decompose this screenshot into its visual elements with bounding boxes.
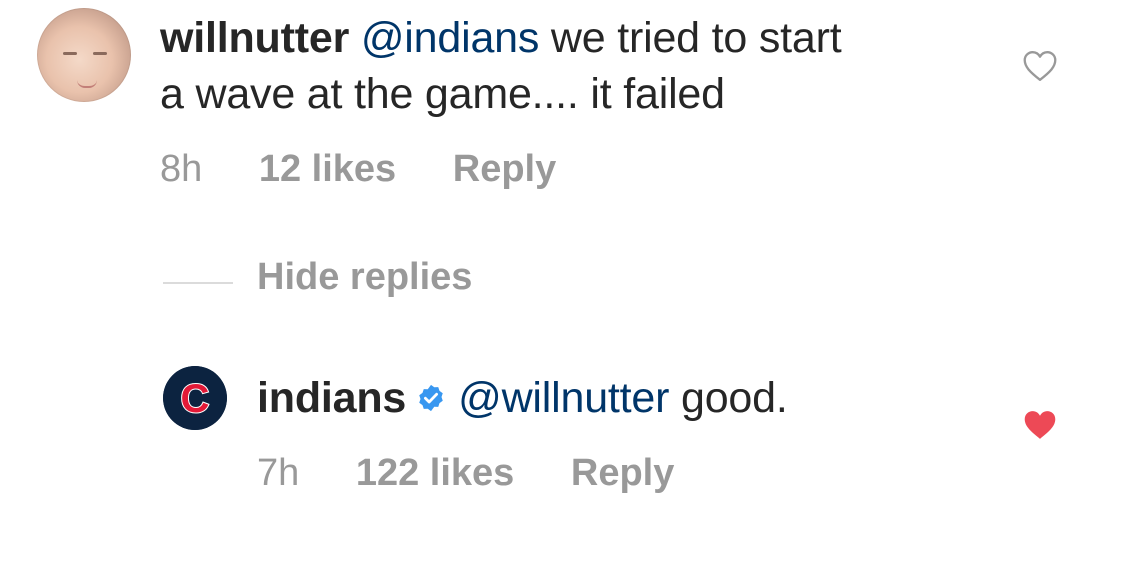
reply-time: 7h — [257, 452, 300, 494]
team-logo-icon: C — [163, 366, 227, 430]
verified-badge-icon — [419, 384, 443, 411]
reply-text: good. — [669, 374, 788, 422]
replies-divider — [163, 282, 233, 284]
hide-replies-button[interactable]: Hide replies — [257, 256, 472, 299]
comment-mention[interactable]: @indians — [361, 14, 540, 62]
user-avatar[interactable] — [37, 8, 131, 102]
reply-reply-button[interactable]: Reply — [571, 452, 674, 494]
comment-text-line1: we tried to start — [539, 14, 842, 62]
avatar-eye-right — [93, 52, 107, 55]
comment-text-line2: a wave at the game.... it failed — [160, 70, 725, 118]
team-avatar[interactable]: C — [163, 366, 227, 430]
reply-mention[interactable]: @willnutter — [458, 374, 669, 422]
avatar-eye-left — [63, 52, 77, 55]
reply-username[interactable]: indians — [257, 374, 406, 422]
comment-meta: 8h 12 likes Reply — [160, 148, 602, 191]
reply-body: indians @willnutter good. — [257, 370, 1017, 426]
reply-button[interactable]: Reply — [453, 148, 556, 190]
like-heart-icon[interactable] — [1022, 50, 1058, 82]
reply-likes[interactable]: 122 likes — [356, 452, 514, 494]
comment-body: willnutter @indians we tried to start a … — [160, 10, 960, 122]
reply-meta: 7h 122 likes Reply — [257, 452, 720, 495]
comment-time: 8h — [160, 148, 203, 190]
comment-username[interactable]: willnutter — [160, 14, 349, 62]
team-logo-letter: C — [181, 377, 210, 421]
avatar-mouth — [77, 80, 97, 88]
liked-heart-icon[interactable] — [1022, 409, 1058, 441]
comment-likes[interactable]: 12 likes — [259, 148, 396, 190]
